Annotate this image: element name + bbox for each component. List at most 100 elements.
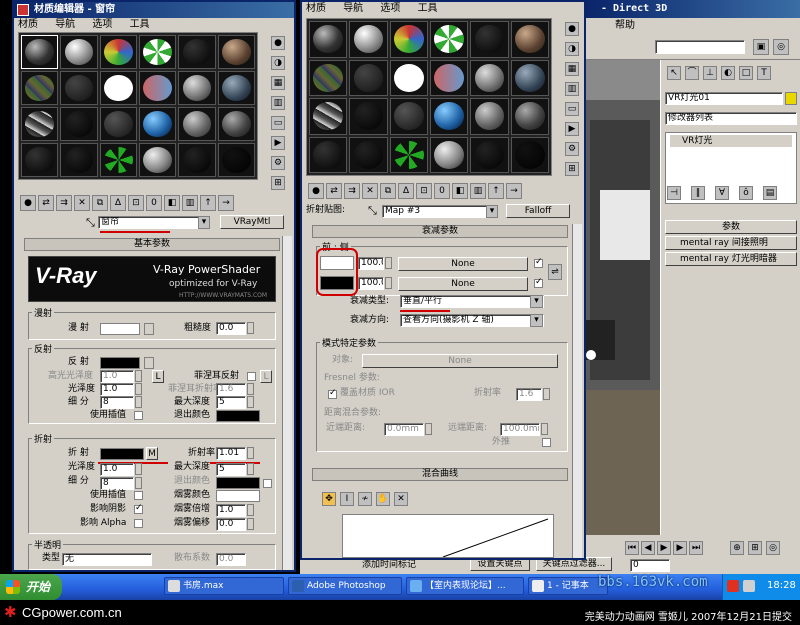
- scrollbar[interactable]: [282, 236, 292, 570]
- refr-exit-checkbox[interactable]: [263, 479, 272, 488]
- uv-tiling-icon[interactable]: ▥: [565, 82, 579, 96]
- assign-material-icon[interactable]: ⇉: [344, 183, 360, 199]
- sample-slot[interactable]: [21, 35, 59, 69]
- affect-alpha-checkbox[interactable]: [134, 519, 143, 528]
- put-library-icon[interactable]: ⊡: [416, 183, 432, 199]
- diffuse-color-swatch[interactable]: [100, 323, 140, 335]
- goto-end-icon[interactable]: ⏭: [689, 541, 703, 555]
- rollout-header-falloff[interactable]: 衰减参数: [312, 225, 568, 238]
- make-preview-icon[interactable]: ▶: [271, 136, 285, 150]
- refr-maxdepth-spinner[interactable]: [247, 463, 254, 475]
- copy-material-icon[interactable]: ⧉: [380, 183, 396, 199]
- go-parent-icon[interactable]: ↑: [200, 195, 216, 211]
- background-icon[interactable]: ▦: [271, 76, 285, 90]
- reset-icon[interactable]: ✕: [362, 183, 378, 199]
- refract-color-swatch[interactable]: [100, 448, 144, 460]
- fog-bias-field[interactable]: 0.0: [216, 518, 246, 531]
- sample-slot[interactable]: [21, 71, 59, 105]
- rollout-mr-shader[interactable]: mental ray 灯光明暗器: [665, 252, 797, 266]
- mix-curve-graph[interactable]: [342, 514, 554, 558]
- play-icon[interactable]: ▶: [657, 541, 671, 555]
- modifier-list-dropdown[interactable]: 修改器列表: [665, 112, 797, 125]
- rollout-parameters[interactable]: 参数: [665, 220, 797, 234]
- refl-subdivs-spinner[interactable]: [135, 396, 142, 408]
- copy-material-icon[interactable]: ⧉: [92, 195, 108, 211]
- refr-subdivs-spinner[interactable]: [135, 477, 142, 489]
- sample-type-icon[interactable]: ●: [271, 36, 285, 50]
- far-distance-spinner[interactable]: [541, 423, 548, 435]
- side-map-button[interactable]: None: [398, 277, 528, 291]
- frame-field[interactable]: 0: [630, 559, 670, 572]
- assign-material-icon[interactable]: ⇉: [56, 195, 72, 211]
- remove-modifier-icon[interactable]: ô: [739, 186, 753, 200]
- show-result-icon[interactable]: ‖: [691, 186, 705, 200]
- move-point-icon[interactable]: ✥: [322, 492, 336, 506]
- delete-point-icon[interactable]: ✕: [394, 492, 408, 506]
- display-tab-icon[interactable]: □: [739, 66, 753, 80]
- far-distance-field[interactable]: 100.0mm: [500, 423, 540, 436]
- front-amount-field[interactable]: 100.0: [358, 257, 384, 270]
- refl-subdivs-field[interactable]: 8: [100, 396, 134, 409]
- motion-tab-icon[interactable]: ◐: [721, 66, 735, 80]
- front-amount-spinner[interactable]: [385, 257, 392, 269]
- put-to-scene-icon[interactable]: ⇄: [326, 183, 342, 199]
- sample-slot[interactable]: [510, 136, 549, 173]
- fresnel-ior-spinner[interactable]: [543, 388, 550, 400]
- sample-slot[interactable]: [309, 136, 348, 173]
- fresnel-checkbox[interactable]: [247, 372, 256, 381]
- lock-L-button[interactable]: L: [152, 370, 164, 383]
- prev-frame-icon[interactable]: ◀: [641, 541, 655, 555]
- refl-exit-color[interactable]: [216, 410, 260, 422]
- taskbar-item-forum[interactable]: 【室内表现论坛】...: [406, 577, 524, 595]
- hierarchy-tab-icon[interactable]: ⊥: [703, 66, 717, 80]
- pick-material-icon[interactable]: ⤡: [86, 216, 95, 230]
- effects-channel-icon[interactable]: 0: [146, 195, 162, 211]
- sample-slot[interactable]: [510, 21, 549, 58]
- effects-channel-icon[interactable]: 0: [434, 183, 450, 199]
- sample-slot[interactable]: [309, 21, 348, 58]
- refr-gloss-field[interactable]: 1.0: [100, 463, 134, 476]
- go-sibling-icon[interactable]: →: [218, 195, 234, 211]
- sample-slot[interactable]: [178, 71, 216, 105]
- zoom-all-icon[interactable]: ⊞: [748, 541, 762, 555]
- taskbar-item-notepad[interactable]: 1 - 记事本: [528, 577, 608, 595]
- zoom-icon[interactable]: ⊕: [730, 541, 744, 555]
- refl-maxdepth-spinner[interactable]: [247, 396, 254, 408]
- falloff-type-dropdown-icon[interactable]: ▾: [530, 295, 543, 308]
- sample-slot[interactable]: [217, 143, 255, 177]
- orbit-icon[interactable]: ◎: [766, 541, 780, 555]
- side-amount-spinner[interactable]: [385, 277, 392, 289]
- go-sibling-icon[interactable]: →: [506, 183, 522, 199]
- refl-gloss-field[interactable]: 1.0: [100, 383, 134, 396]
- select-by-material-icon[interactable]: ⊞: [271, 176, 285, 190]
- sample-slot[interactable]: [99, 107, 137, 141]
- get-material-icon[interactable]: ●: [308, 183, 324, 199]
- sample-slot[interactable]: [429, 59, 469, 96]
- front-map-checkbox[interactable]: [534, 257, 543, 268]
- make-unique-icon[interactable]: ∆: [110, 195, 126, 211]
- sample-slot[interactable]: [21, 107, 59, 141]
- sample-slot[interactable]: [178, 107, 216, 141]
- sample-slot[interactable]: [389, 21, 428, 58]
- sample-slot[interactable]: [60, 35, 98, 69]
- sample-slot[interactable]: [349, 59, 388, 96]
- sample-slot[interactable]: [429, 98, 469, 135]
- menu-navigation[interactable]: 导航: [55, 19, 75, 30]
- side-map-checkbox[interactable]: [534, 277, 543, 288]
- scrollbar[interactable]: [572, 224, 582, 558]
- menu-options[interactable]: 选项: [380, 3, 400, 14]
- ior-field[interactable]: 1.01: [216, 447, 246, 460]
- refl-interp-checkbox[interactable]: [134, 411, 143, 420]
- tray-icon[interactable]: [727, 580, 739, 592]
- sample-slot[interactable]: [60, 143, 98, 177]
- falloff-dir-dropdown[interactable]: 查看方向(摄影机 Z 轴): [400, 314, 544, 327]
- translucency-type-dropdown[interactable]: 无: [62, 553, 152, 566]
- sample-slot[interactable]: [99, 71, 137, 105]
- sample-slot[interactable]: [470, 21, 509, 58]
- next-frame-icon[interactable]: ▶: [673, 541, 687, 555]
- options-icon[interactable]: ⚙: [271, 156, 285, 170]
- hilight-gloss-spinner[interactable]: [135, 370, 142, 382]
- fog-mult-spinner[interactable]: [247, 504, 254, 516]
- sample-slot[interactable]: [470, 136, 509, 173]
- fog-color-swatch[interactable]: [216, 490, 260, 502]
